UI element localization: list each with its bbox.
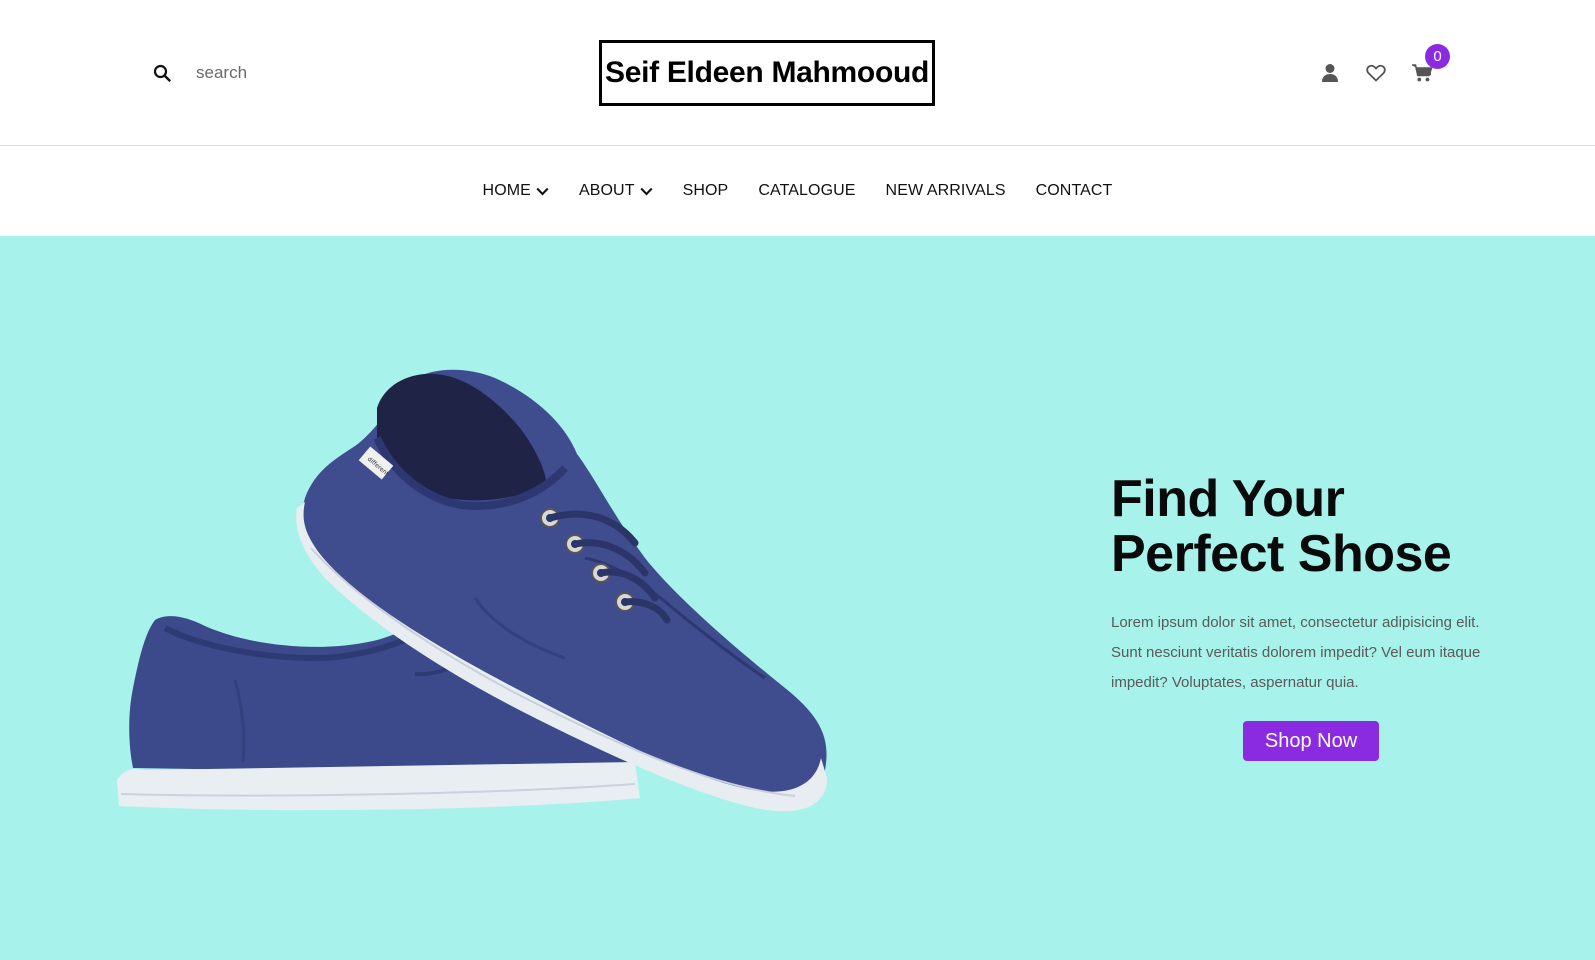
chevron-down-icon: [536, 187, 549, 196]
header-actions: 0: [1318, 44, 1450, 88]
hero-title-line2: Perfect Shose: [1111, 525, 1452, 583]
nav-item-catalogue[interactable]: CATALOGUE: [758, 182, 855, 200]
site-logo[interactable]: Seif Eldeen Mahmooud: [599, 40, 935, 106]
main-nav: HOME ABOUT SHOP CATALOGUE NEW ARRIVALS C…: [0, 146, 1595, 236]
hero-description: Lorem ipsum dolor sit amet, consectetur …: [1111, 614, 1481, 691]
nav-item-label: ABOUT: [578, 182, 635, 199]
user-icon[interactable]: [1318, 61, 1342, 85]
shop-now-button[interactable]: Shop Now: [1243, 721, 1379, 761]
cart-button[interactable]: 0: [1410, 44, 1450, 85]
nav-item-new-arrivals[interactable]: NEW ARRIVALS: [886, 182, 1006, 200]
nav-item-about[interactable]: ABOUT: [579, 182, 653, 200]
hero-section: different Find Your Perfect Shose Lorem …: [0, 236, 1595, 960]
search-bar[interactable]: [152, 58, 396, 88]
cart-count-badge: 0: [1425, 44, 1450, 69]
nav-item-label: HOME: [482, 182, 531, 199]
nav-item-home[interactable]: HOME: [483, 182, 549, 200]
heart-icon[interactable]: [1364, 61, 1388, 85]
hero-title: Find Your Perfect Shose: [1111, 472, 1531, 582]
nav-item-shop[interactable]: SHOP: [683, 182, 729, 200]
shoe-image: different: [117, 369, 827, 812]
chevron-down-icon: [640, 187, 653, 196]
hero-title-line1: Find Your: [1111, 470, 1345, 528]
nav-item-contact[interactable]: CONTACT: [1036, 182, 1113, 200]
search-icon[interactable]: [152, 63, 172, 83]
hero-copy: Find Your Perfect Shose Lorem ipsum dolo…: [1111, 472, 1531, 698]
search-input[interactable]: [196, 59, 396, 87]
site-header: Seif Eldeen Mahmooud 0: [0, 0, 1595, 146]
